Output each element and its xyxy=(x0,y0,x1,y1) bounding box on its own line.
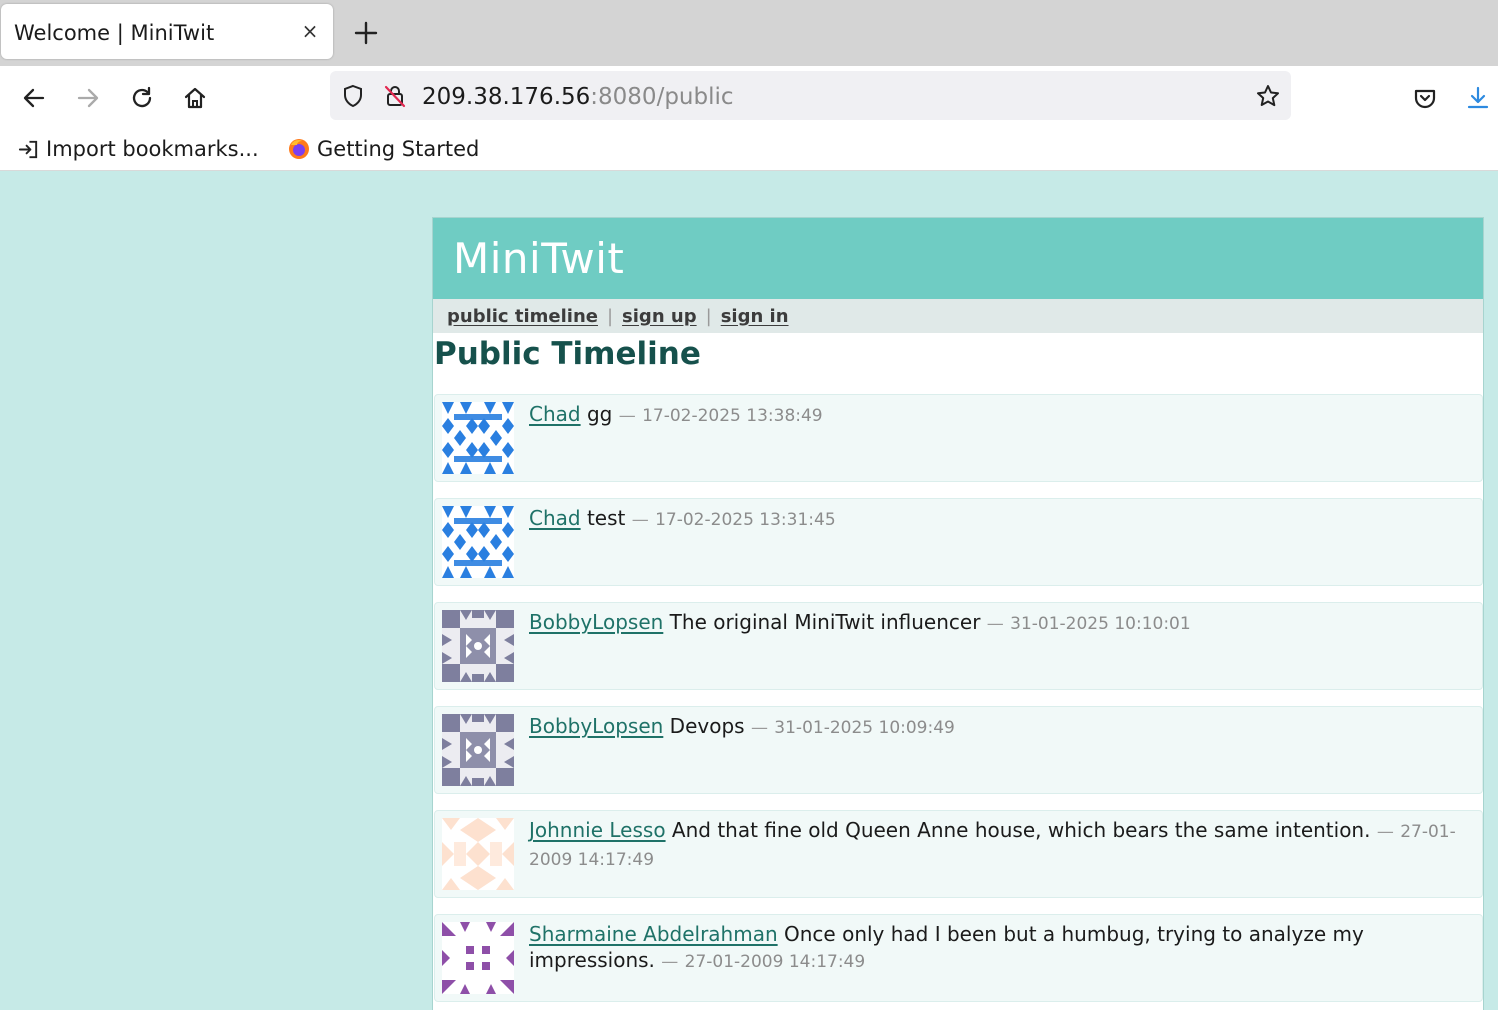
message-item: Chad gg — 17-02-2025 13:38:49 xyxy=(434,394,1483,482)
downloads-icon[interactable] xyxy=(1460,80,1496,116)
import-icon xyxy=(18,140,38,158)
bookmark-star-icon[interactable] xyxy=(1255,83,1281,109)
shield-icon[interactable] xyxy=(340,83,366,109)
site-navigation: public timeline | sign up | sign in xyxy=(433,299,1483,333)
message-user-link[interactable]: BobbyLopsen xyxy=(529,714,663,738)
message-text: Devops xyxy=(669,714,745,738)
page-title: Public Timeline xyxy=(434,336,701,372)
message-timestamp: 17-02-2025 13:31:45 xyxy=(655,510,836,530)
user-avatar[interactable] xyxy=(442,506,514,578)
message-timestamp: 17-02-2025 13:38:49 xyxy=(642,406,823,426)
message-timestamp: 27-01-2009 14:17:49 xyxy=(684,952,866,972)
message-text: The original MiniTwit influencer xyxy=(669,610,981,634)
tab-bar: Welcome | MiniTwit × xyxy=(0,0,1498,66)
url-bar[interactable]: 209.38.176.56:8080/public xyxy=(330,71,1291,120)
nav-sign-up-link[interactable]: sign up xyxy=(622,306,697,327)
message-item: BobbyLopsen The original MiniTwit influe… xyxy=(434,602,1483,690)
message-text: test xyxy=(586,506,626,530)
forward-arrow-icon[interactable] xyxy=(70,80,106,116)
pocket-icon[interactable] xyxy=(1407,80,1443,116)
message-body: BobbyLopsen The original MiniTwit influe… xyxy=(529,609,1462,637)
close-tab-icon[interactable]: × xyxy=(297,18,323,44)
message-timestamp: 31-01-2025 10:09:49 xyxy=(774,718,955,738)
message-dash: — xyxy=(631,510,649,530)
user-avatar[interactable] xyxy=(442,402,514,474)
user-avatar[interactable] xyxy=(442,714,514,786)
bookmark-import-label: Import bookmarks... xyxy=(46,137,259,161)
user-avatar[interactable] xyxy=(442,818,514,890)
bookmark-getting-started[interactable]: Getting Started xyxy=(287,135,479,163)
message-body: Johnnie Lesso And that fine old Queen An… xyxy=(529,817,1462,873)
user-avatar[interactable] xyxy=(442,922,514,994)
message-item: Sharmaine Abdelrahman Once only had I be… xyxy=(434,914,1483,1002)
user-avatar[interactable] xyxy=(442,610,514,682)
nav-public-timeline-link[interactable]: public timeline xyxy=(447,306,598,327)
message-dash: — xyxy=(661,952,679,972)
message-text: And that fine old Queen Anne house, whic… xyxy=(671,818,1371,842)
bookmark-import[interactable]: Import bookmarks... xyxy=(17,135,259,163)
site-title: MiniTwit xyxy=(453,234,625,283)
new-tab-icon[interactable] xyxy=(350,17,382,49)
nav-separator: | xyxy=(705,305,712,327)
url-host: 209.38.176.56 xyxy=(422,84,591,110)
message-dash: — xyxy=(618,406,636,426)
message-body: Sharmaine Abdelrahman Once only had I be… xyxy=(529,921,1462,975)
browser-tab[interactable]: Welcome | MiniTwit × xyxy=(1,4,333,59)
nav-separator: | xyxy=(606,305,614,327)
message-item: Chad test — 17-02-2025 13:31:45 xyxy=(434,498,1483,586)
message-user-link[interactable]: Chad xyxy=(529,506,581,530)
message-user-link[interactable]: Chad xyxy=(529,402,581,426)
back-arrow-icon[interactable] xyxy=(16,80,52,116)
bookmark-getting-started-label: Getting Started xyxy=(317,137,480,161)
message-dash: — xyxy=(986,614,1004,634)
message-body: BobbyLopsen Devops — 31-01-2025 10:09:49 xyxy=(529,713,1462,741)
message-body: Chad gg — 17-02-2025 13:38:49 xyxy=(529,401,1462,429)
site-header: MiniTwit xyxy=(433,218,1483,299)
minitwit-page: MiniTwit public timeline | sign up | sig… xyxy=(432,217,1484,1010)
message-user-link[interactable]: Sharmaine Abdelrahman xyxy=(529,922,778,946)
nav-sign-in-link[interactable]: sign in xyxy=(721,306,789,327)
message-text: gg xyxy=(586,402,613,426)
message-user-link[interactable]: Johnnie Lesso xyxy=(529,818,666,842)
navigation-toolbar: 209.38.176.56:8080/public xyxy=(0,66,1498,128)
message-timestamp: 31-01-2025 10:10:01 xyxy=(1010,614,1191,634)
message-list: Chad gg — 17-02-2025 13:38:49 Chad test … xyxy=(434,394,1483,1010)
url-path: :8080/public xyxy=(590,84,734,110)
message-item: Johnnie Lesso And that fine old Queen An… xyxy=(434,810,1483,898)
home-icon[interactable] xyxy=(177,80,213,116)
message-dash: — xyxy=(750,718,768,738)
bookmarks-toolbar: Import bookmarks... Getting Started xyxy=(0,128,1498,171)
message-body: Chad test — 17-02-2025 13:31:45 xyxy=(529,505,1462,533)
message-item: BobbyLopsen Devops — 31-01-2025 10:09:49 xyxy=(434,706,1483,794)
url-text: 209.38.176.56:8080/public xyxy=(422,84,734,110)
firefox-icon xyxy=(289,139,309,159)
message-user-link[interactable]: BobbyLopsen xyxy=(529,610,663,634)
insecure-lock-icon[interactable] xyxy=(382,83,408,109)
message-dash: — xyxy=(1376,822,1394,842)
tab-title: Welcome | MiniTwit xyxy=(14,21,215,45)
reload-icon[interactable] xyxy=(124,80,160,116)
